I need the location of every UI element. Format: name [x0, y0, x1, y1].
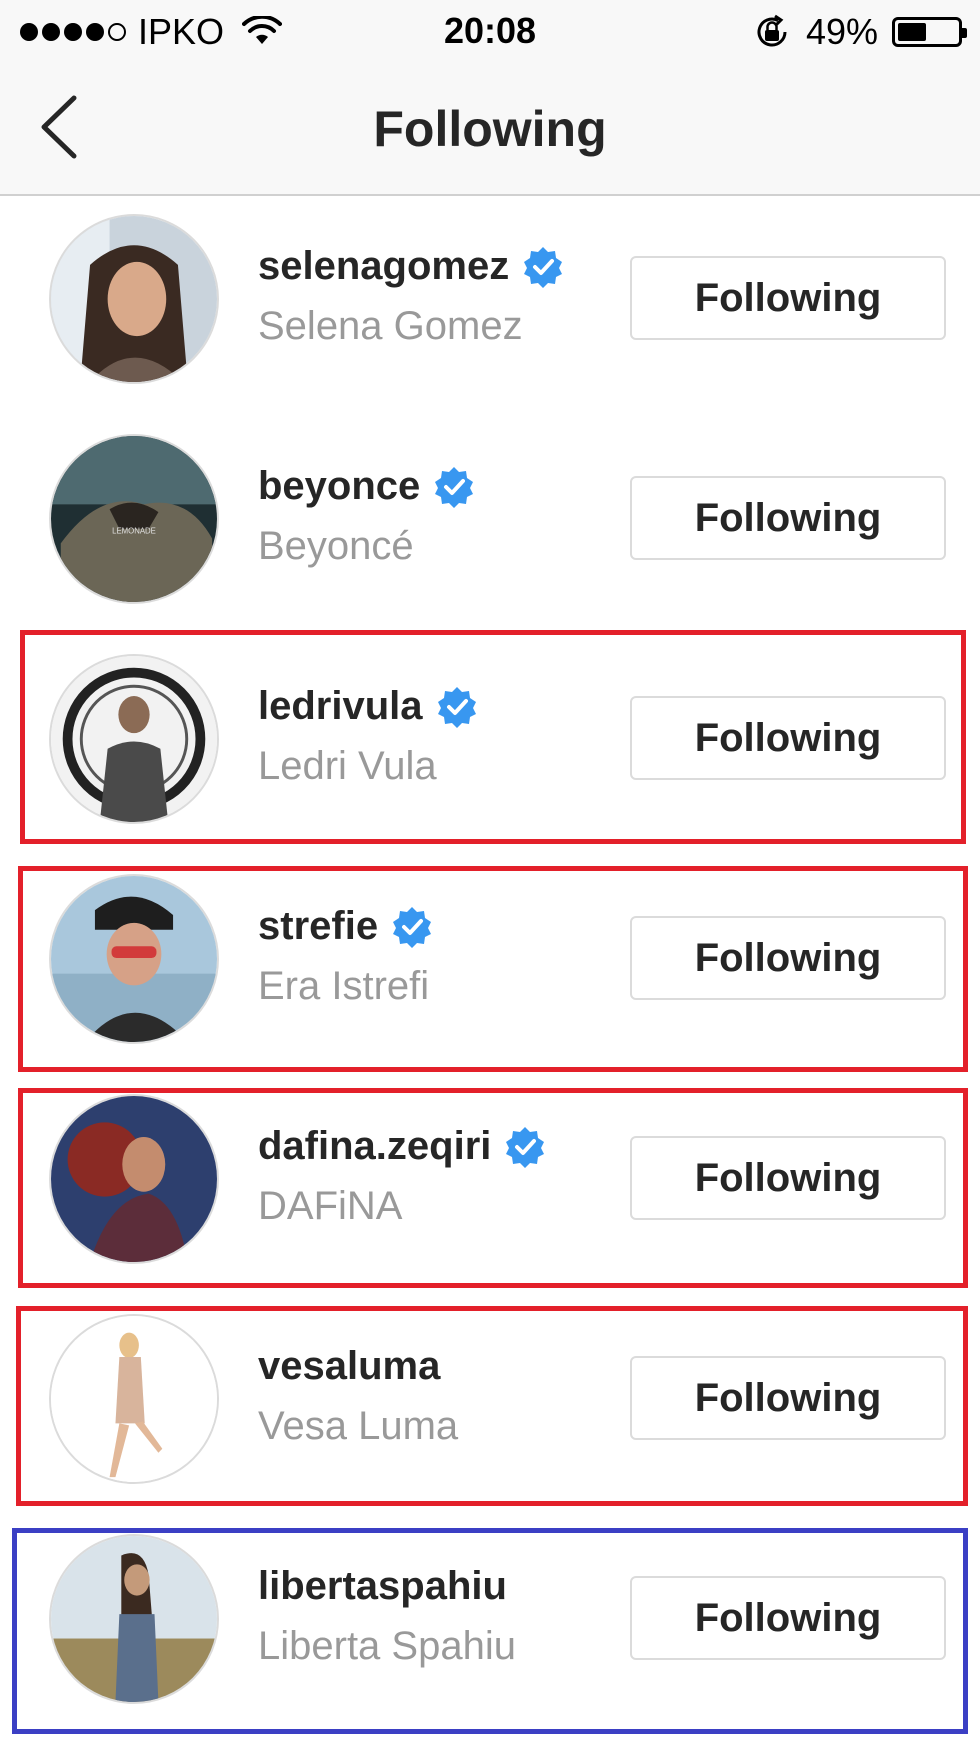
- avatar[interactable]: [49, 1534, 219, 1704]
- rotation-lock-icon: [757, 14, 787, 47]
- avatar[interactable]: [49, 214, 219, 384]
- avatar-image: [51, 1536, 217, 1702]
- navigation-bar: Following: [0, 62, 980, 196]
- avatar[interactable]: LEMONADE: [49, 434, 219, 604]
- battery-percent: 49%: [805, 11, 878, 52]
- status-bar: IPKO 20:08 49%: [0, 0, 980, 62]
- full-name: Beyoncé: [258, 524, 414, 568]
- list-item-user[interactable]: ledrivula Ledri Vula Following: [0, 636, 980, 856]
- avatar[interactable]: [49, 874, 219, 1044]
- verified-badge-icon: [393, 906, 432, 948]
- avatar-image: LEMONADE: [51, 436, 217, 602]
- avatar-image: [51, 216, 217, 382]
- following-button[interactable]: Following: [630, 696, 946, 780]
- full-name: Liberta Spahiu: [258, 1624, 516, 1668]
- username-line: beyonce: [258, 464, 476, 509]
- list-item-user[interactable]: dafina.zeqiri DAFiNA Following: [0, 1076, 980, 1296]
- battery-icon: [892, 17, 967, 47]
- username[interactable]: libertaspahiu: [258, 1564, 507, 1609]
- list-item-user[interactable]: selenagomez Selena Gomez Following: [0, 196, 980, 416]
- username[interactable]: vesaluma: [258, 1344, 440, 1389]
- battery-level: [898, 23, 927, 41]
- verified-badge-icon: [435, 466, 474, 508]
- username[interactable]: selenagomez: [258, 244, 509, 289]
- username[interactable]: ledrivula: [258, 684, 423, 729]
- username-line: strefie: [258, 904, 434, 949]
- avatar[interactable]: [49, 1094, 219, 1264]
- username[interactable]: strefie: [258, 904, 378, 949]
- list-item-user[interactable]: vesaluma Vesa Luma Following: [0, 1296, 980, 1516]
- avatar-image: [51, 1096, 217, 1262]
- avatar-image: [51, 1316, 217, 1482]
- following-button[interactable]: Following: [630, 1576, 946, 1660]
- full-name: Era Istrefi: [258, 964, 430, 1008]
- page-title: Following: [373, 101, 607, 157]
- avatar-image: [51, 876, 217, 1042]
- following-button[interactable]: Following: [630, 1356, 946, 1440]
- list-item-user[interactable]: LEMONADE beyonce Beyoncé Following: [0, 416, 980, 636]
- username-line: libertaspahiu: [258, 1564, 507, 1609]
- username-line: dafina.zeqiri: [258, 1124, 547, 1169]
- username-line: selenagomez: [258, 244, 565, 289]
- full-name: DAFiNA: [258, 1184, 403, 1228]
- verified-badge-icon: [524, 246, 563, 288]
- status-right: 49%: [752, 11, 967, 52]
- avatar-image: [51, 656, 217, 822]
- full-name: Selena Gomez: [258, 304, 523, 348]
- full-name: Ledri Vula: [258, 744, 437, 788]
- list-item-user[interactable]: strefie Era Istrefi Following: [0, 856, 980, 1076]
- username[interactable]: dafina.zeqiri: [258, 1124, 491, 1169]
- avatar[interactable]: [49, 1314, 219, 1484]
- following-button[interactable]: Following: [630, 916, 946, 1000]
- username-line: ledrivula: [258, 684, 479, 729]
- username-line: vesaluma: [258, 1344, 440, 1389]
- full-name: Vesa Luma: [258, 1404, 459, 1448]
- svg-text:LEMONADE: LEMONADE: [112, 527, 156, 536]
- following-button[interactable]: Following: [630, 256, 946, 340]
- list-item-user[interactable]: libertaspahiu Liberta Spahiu Following: [0, 1516, 980, 1736]
- following-button[interactable]: Following: [630, 1136, 946, 1220]
- avatar[interactable]: [49, 654, 219, 824]
- username[interactable]: beyonce: [258, 464, 420, 509]
- verified-badge-icon: [437, 686, 476, 728]
- following-button[interactable]: Following: [630, 476, 946, 560]
- verified-badge-icon: [506, 1126, 545, 1168]
